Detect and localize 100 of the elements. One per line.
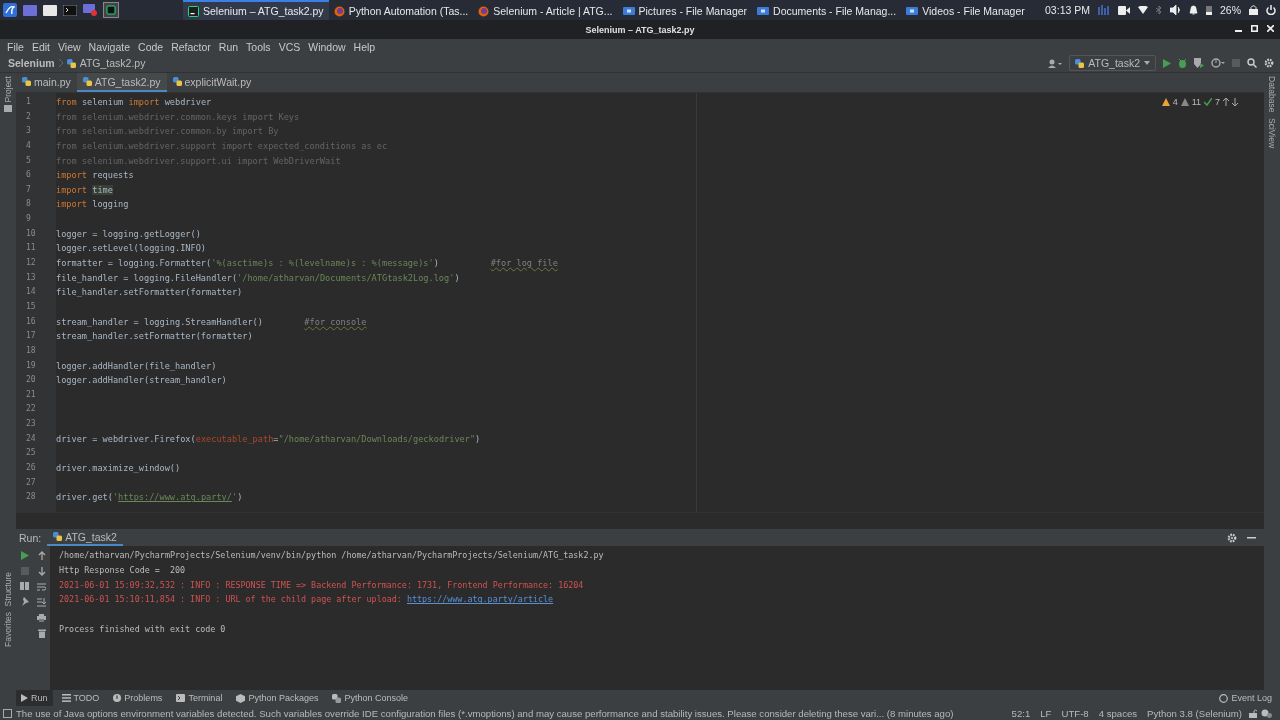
debug-icon[interactable] xyxy=(1178,58,1187,68)
status-item[interactable]: 4 spaces xyxy=(1095,707,1141,719)
camera-icon[interactable] xyxy=(1118,5,1130,15)
terminal-icon[interactable] xyxy=(63,4,77,16)
menu-item[interactable]: Code xyxy=(134,40,168,53)
tool-window-tab[interactable]: Run xyxy=(16,690,53,706)
print-icon[interactable] xyxy=(37,614,46,622)
menu-item[interactable]: Window xyxy=(304,40,350,53)
code-line: from selenium import webdriver xyxy=(56,96,212,109)
tool-window-tab[interactable]: TODO xyxy=(56,690,105,706)
status-message[interactable]: The use of Java options environment variables detected. Such variables override IDE configuration files (*.vmoptions) and may cause performance and stability issues. Please consider deleting these vari... (8 minutes ago) xyxy=(16,707,954,719)
side-panel-tab[interactable]: Favorites xyxy=(3,609,13,650)
typo-count[interactable]: 7 xyxy=(1215,97,1220,107)
menu-item[interactable]: Run xyxy=(214,40,243,53)
screen-recorder-icon[interactable] xyxy=(83,4,97,16)
menu-item[interactable]: Edit xyxy=(27,40,54,53)
code-line: driver.maximize_window() xyxy=(56,462,181,475)
warning-icon xyxy=(113,694,122,702)
soft-wrap-icon[interactable] xyxy=(37,583,46,591)
weak-warning-icon xyxy=(1180,98,1189,106)
power-icon[interactable] xyxy=(1266,5,1276,15)
play-icon xyxy=(21,694,28,702)
trash-icon[interactable] xyxy=(37,629,46,638)
line-number: 20 xyxy=(25,374,37,387)
settings-icon[interactable] xyxy=(1264,58,1274,68)
breadcrumb-item[interactable]: Selenium xyxy=(8,57,55,69)
line-number: 1 xyxy=(25,96,32,108)
inspector-icon[interactable] xyxy=(1261,708,1272,718)
console-line: 2021-06-01 15:10:11,854 : INFO : URL of the child page after upload: https://www.atg.party/article xyxy=(59,593,554,607)
run-icon[interactable] xyxy=(20,551,29,560)
tool-window-tab[interactable]: Terminal xyxy=(171,690,228,706)
taskbar-item[interactable]: Selenium - Article | ATG... xyxy=(473,0,618,20)
taskbar-item[interactable]: Videos - File Manager xyxy=(901,0,1030,20)
settings-icon[interactable] xyxy=(1227,532,1237,543)
code-editor-icon[interactable] xyxy=(103,2,119,18)
side-panel-tab[interactable]: Database xyxy=(1267,73,1277,116)
taskbar-item[interactable]: Python Automation (Tas... xyxy=(328,0,474,20)
down-arrow-icon[interactable] xyxy=(1232,98,1238,106)
weak-warning-count[interactable]: 11 xyxy=(1191,97,1201,107)
run-configuration-tab[interactable]: ATG_task2 xyxy=(47,529,123,546)
profile-icon[interactable] xyxy=(1211,58,1225,68)
coverage-icon[interactable] xyxy=(1194,58,1204,68)
menu-item[interactable]: Help xyxy=(349,40,380,53)
app-menu-icon[interactable] xyxy=(3,3,17,17)
bluetooth-icon[interactable] xyxy=(1156,5,1162,15)
lock-icon[interactable] xyxy=(1249,708,1257,718)
scroll-to-end-icon[interactable] xyxy=(37,598,46,607)
editor-tab[interactable]: ATG_task2.py xyxy=(76,73,167,92)
side-panel-tab[interactable]: SciView xyxy=(1267,115,1277,152)
tool-window-tab[interactable]: Python Packages xyxy=(231,690,324,706)
menu-item[interactable]: Refactor xyxy=(167,40,215,53)
status-item[interactable]: Python 3.8 (Selenium) xyxy=(1144,707,1245,719)
editor-tab[interactable]: main.py xyxy=(16,73,77,92)
run-configuration-dropdown[interactable]: ATG_task2 xyxy=(1069,55,1156,71)
layout-icon[interactable] xyxy=(20,582,29,590)
run-icon[interactable] xyxy=(1163,58,1171,68)
menu-item[interactable]: File xyxy=(3,40,28,53)
project-panel-tab[interactable]: Project xyxy=(3,73,13,106)
close-icon[interactable] xyxy=(1267,25,1274,32)
editor-tab[interactable]: explicitWait.py xyxy=(166,73,258,92)
maximize-icon[interactable] xyxy=(1251,25,1258,32)
side-panel-tab[interactable]: Structure xyxy=(3,568,13,610)
status-item[interactable]: UTF-8 xyxy=(1058,707,1092,719)
taskbar-item[interactable]: Documents - File Manag... xyxy=(752,0,902,20)
tool-window-tab[interactable]: Problems xyxy=(108,690,168,706)
menu-item[interactable]: Tools xyxy=(242,40,275,53)
cpu-graph-icon xyxy=(1098,5,1110,15)
battery-icon[interactable] xyxy=(1206,5,1212,15)
line-number: 25 xyxy=(25,447,37,460)
volume-icon[interactable] xyxy=(1170,5,1181,15)
taskbar-item[interactable]: Pictures - File Manager xyxy=(617,0,753,20)
user-icon[interactable] xyxy=(1048,58,1063,68)
down-arrow-icon[interactable] xyxy=(37,567,46,576)
menu-item[interactable]: VCS xyxy=(274,40,305,53)
breadcrumb-item[interactable]: ATG_task2.py xyxy=(79,57,146,69)
warning-icon xyxy=(1161,98,1170,106)
console-link[interactable]: https://www.atg.party/article xyxy=(406,594,554,605)
event-log-link[interactable]: Event Log xyxy=(1231,693,1272,703)
line-number: 6 xyxy=(25,169,32,182)
bell-icon[interactable] xyxy=(1189,5,1198,15)
console-line: 2021-06-01 15:09:32,532 : INFO : RESPONSE TIME => Backend Performance: 1731, Frontend Performance: 16204 xyxy=(59,578,584,592)
console-line: Http Response Code = 200 xyxy=(59,563,186,577)
menu-item[interactable]: Navigate xyxy=(84,40,135,53)
lock-icon[interactable] xyxy=(1249,5,1258,15)
pin-icon[interactable] xyxy=(20,597,29,606)
up-arrow-icon[interactable] xyxy=(1223,98,1229,106)
status-item[interactable]: LF xyxy=(1037,707,1055,719)
menu-item[interactable]: View xyxy=(54,40,85,53)
up-arrow-icon[interactable] xyxy=(37,551,46,560)
tool-window-tab[interactable]: Python Console xyxy=(327,690,413,706)
code-line: driver.get('https://www.atg.party/') xyxy=(56,491,243,505)
status-item[interactable]: 52:1 xyxy=(1008,707,1034,719)
code-line: logger.addHandler(stream_handler) xyxy=(56,374,227,388)
search-icon[interactable] xyxy=(1247,58,1257,68)
warning-count[interactable]: 4 xyxy=(1172,97,1178,107)
taskbar-item[interactable]: Selenium – ATG_task2.py xyxy=(183,0,329,20)
wifi-icon[interactable] xyxy=(1138,6,1148,14)
code-line: stream_handler.setFormatter(formatter) xyxy=(56,330,253,344)
line-number: 18 xyxy=(25,344,37,357)
code-editor-icon xyxy=(188,5,199,17)
